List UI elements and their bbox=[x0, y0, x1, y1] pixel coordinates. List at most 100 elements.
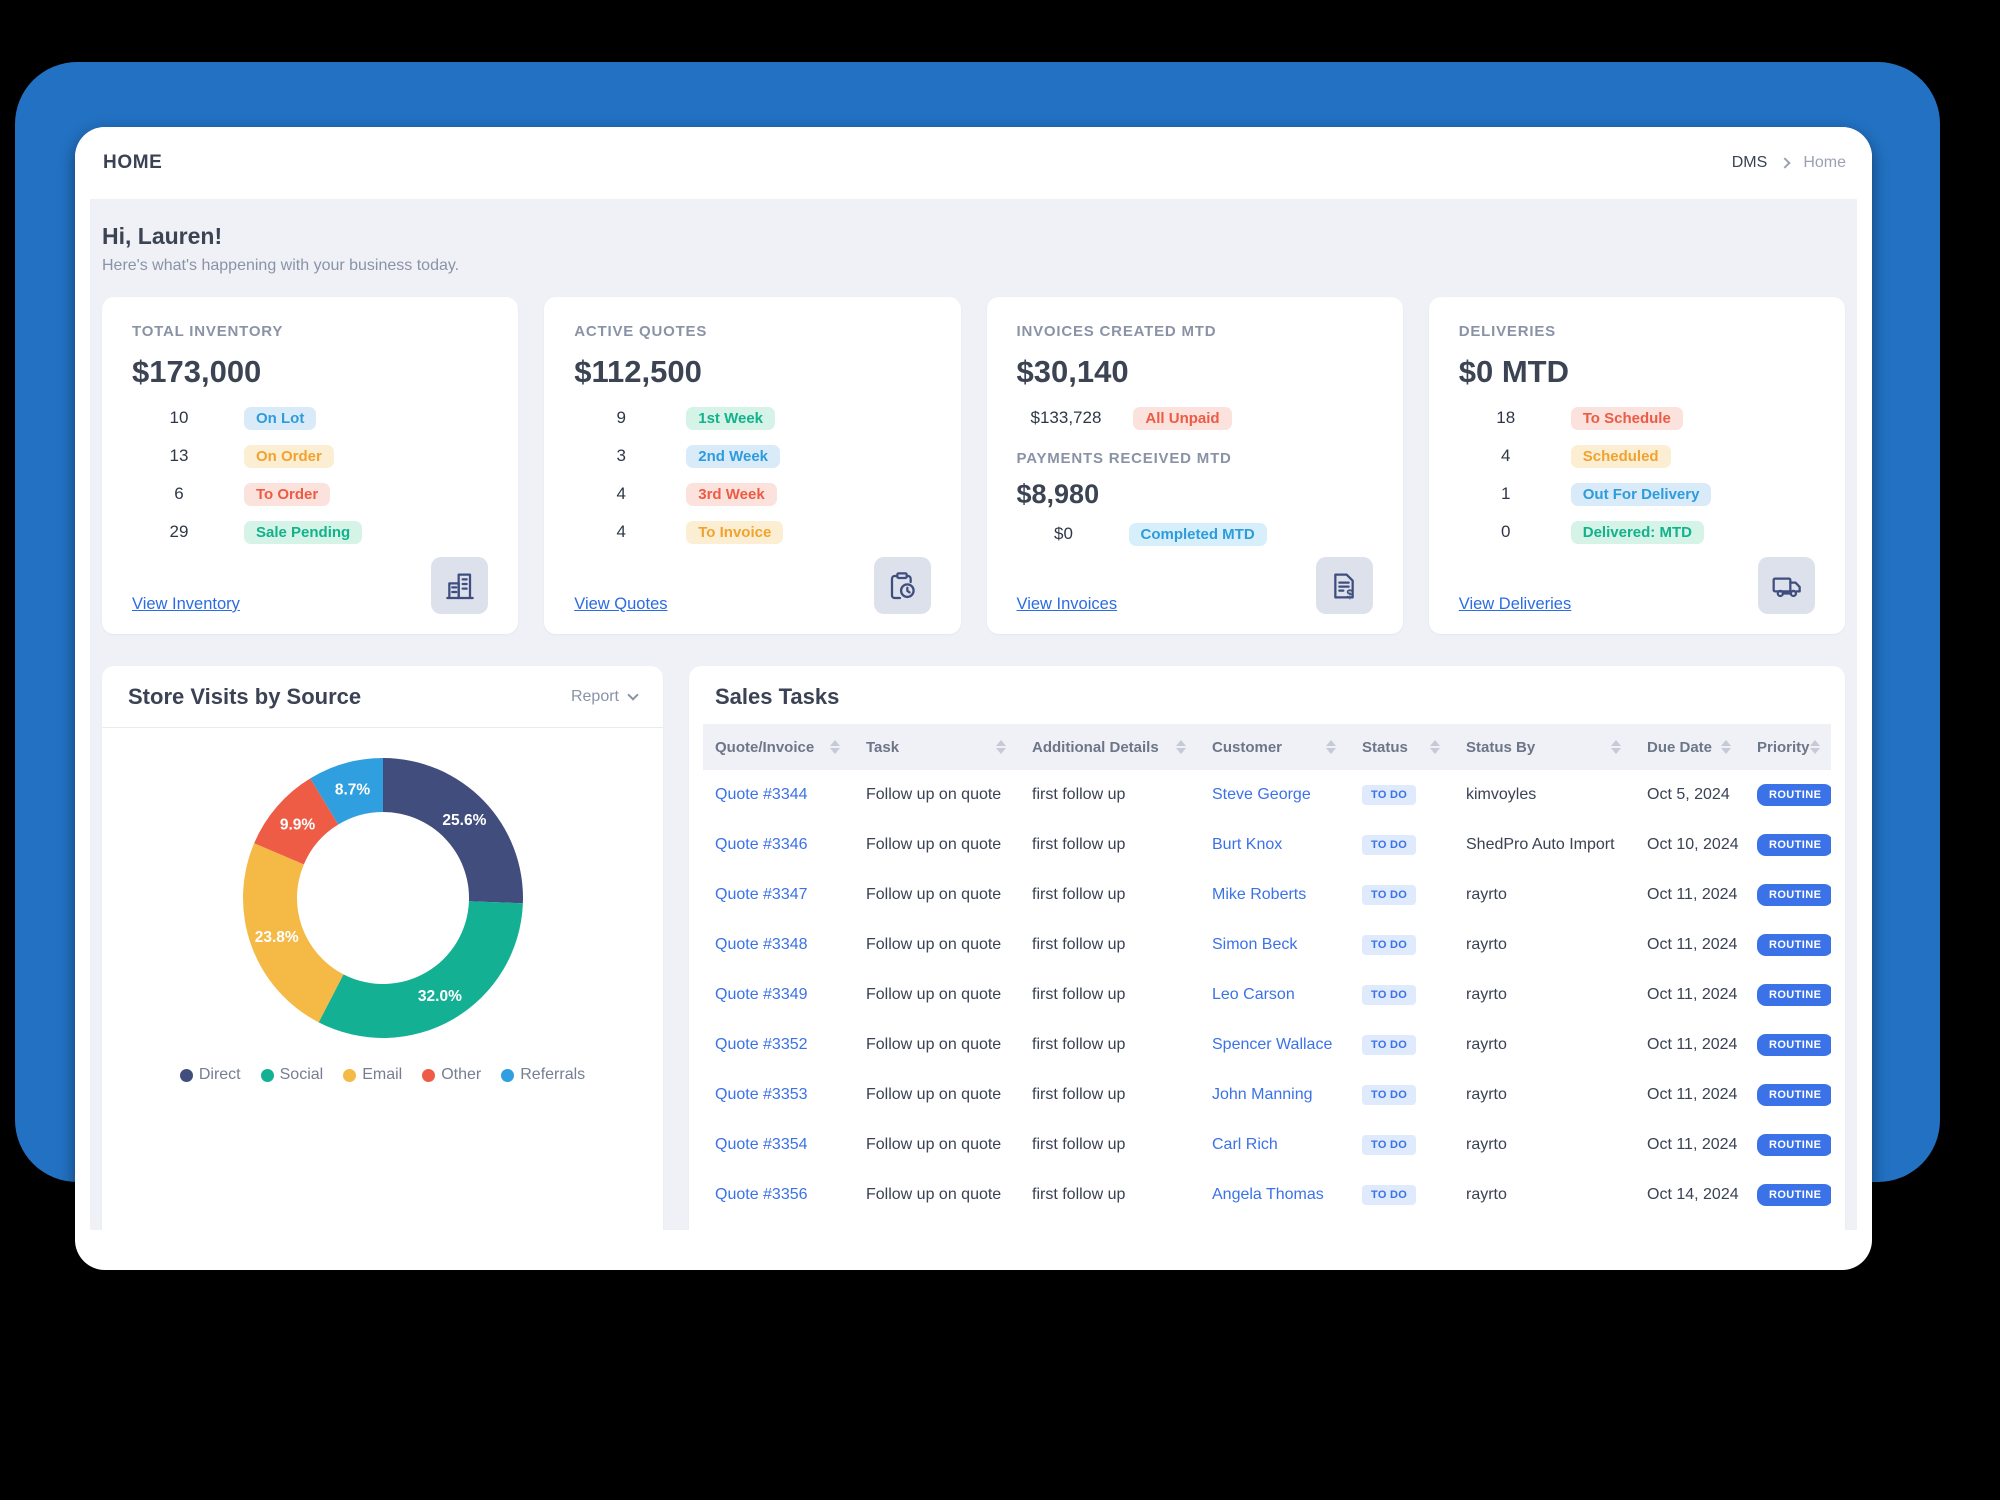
column-header-due-date[interactable]: Due Date bbox=[1635, 739, 1745, 756]
stat-count: 6 bbox=[174, 484, 184, 503]
quote-link[interactable]: Quote #3356 bbox=[703, 1186, 854, 1204]
stat-card-value: $0 MTD bbox=[1458, 354, 1569, 389]
status-badge: TO DO bbox=[1362, 1185, 1417, 1205]
stat-count: 13 bbox=[169, 446, 189, 465]
stat-count: 9 bbox=[616, 408, 626, 427]
due-cell: Oct 5, 2024 bbox=[1647, 786, 1730, 803]
priority-badge: ROUTINE bbox=[1757, 984, 1831, 1006]
task-cell: Follow up on quote bbox=[866, 786, 1002, 803]
status-badge-delivered-mtd: Delivered: MTD bbox=[1570, 520, 1704, 544]
store-visits-header: Store Visits by Source Report bbox=[102, 666, 663, 728]
priority-cell: ROUTINE bbox=[1745, 1084, 1831, 1106]
column-header-additional-details[interactable]: Additional Details bbox=[1020, 739, 1200, 756]
quote-link[interactable]: Quote #3354 bbox=[703, 1136, 854, 1154]
column-header-task[interactable]: Task bbox=[854, 739, 1020, 756]
quote-link[interactable]: Quote #3347 bbox=[703, 886, 854, 904]
status-cell: TO DO bbox=[1350, 1135, 1454, 1155]
stat-row: 1 Out For Delivery bbox=[1459, 480, 1815, 508]
status-by-cell: rayrto bbox=[1466, 1086, 1507, 1103]
status-badge: TO DO bbox=[1362, 835, 1417, 855]
view-deliveries-link[interactable]: View Deliveries bbox=[1459, 595, 1572, 614]
customer-link[interactable]: Burt Knox bbox=[1200, 836, 1350, 854]
clipboard-clock-icon bbox=[886, 570, 918, 602]
quote-link[interactable]: Quote #3344 bbox=[703, 786, 854, 804]
sort-arrows-icon[interactable] bbox=[1326, 740, 1336, 754]
priority-badge: ROUTINE bbox=[1757, 884, 1831, 906]
due-cell: Oct 11, 2024 bbox=[1647, 1086, 1738, 1103]
task-cell: Follow up on quote bbox=[866, 886, 1002, 903]
table-row: Quote #3354 Follow up on quote first follo… bbox=[703, 1120, 1831, 1170]
legend-dot bbox=[343, 1068, 357, 1082]
legend-label: Other bbox=[441, 1066, 482, 1083]
status-badge-sale-pending: Sale Pending bbox=[244, 520, 363, 544]
quote-link[interactable]: Quote #3348 bbox=[703, 936, 854, 954]
status-badge-on-lot: On Lot bbox=[244, 406, 317, 430]
legend-item-referrals: Referrals bbox=[501, 1066, 585, 1084]
building-icon bbox=[444, 570, 476, 602]
stat-card-footer: View Quotes bbox=[574, 557, 931, 614]
sort-arrows-icon[interactable] bbox=[1721, 740, 1731, 754]
customer-link[interactable]: Leo Carson bbox=[1200, 986, 1350, 1004]
column-header-label: Task bbox=[866, 738, 900, 756]
status-badge: TO DO bbox=[1362, 935, 1417, 955]
legend-label: Direct bbox=[198, 1066, 241, 1083]
table-header-row: Quote/Invoice Task Additional Details Cu… bbox=[703, 724, 1831, 770]
due-cell: Oct 10, 2024 bbox=[1647, 836, 1739, 853]
sales-tasks-panel: Sales Tasks Quote/Invoice Task Additiona… bbox=[689, 666, 1845, 1230]
customer-link[interactable]: Simon Beck bbox=[1200, 936, 1350, 954]
customer-link[interactable]: Carl Rich bbox=[1200, 1136, 1350, 1154]
sort-arrows-icon[interactable] bbox=[1809, 740, 1820, 754]
customer-link[interactable]: Mike Roberts bbox=[1200, 886, 1350, 904]
sort-arrows-icon[interactable] bbox=[1176, 740, 1186, 754]
status-badge: TO DO bbox=[1362, 1085, 1417, 1105]
details-cell: first follow up bbox=[1032, 786, 1126, 803]
column-header-status-by[interactable]: Status By bbox=[1454, 739, 1635, 756]
priority-badge: ROUTINE bbox=[1757, 834, 1831, 856]
quote-link[interactable]: Quote #3346 bbox=[703, 836, 854, 854]
quote-link[interactable]: Quote #3352 bbox=[703, 1036, 854, 1054]
sort-arrows-icon[interactable] bbox=[1430, 740, 1440, 754]
column-header-customer[interactable]: Customer bbox=[1200, 739, 1350, 756]
due-cell: Oct 11, 2024 bbox=[1647, 986, 1738, 1003]
chart-legend: Direct Social Email Other Referrals bbox=[102, 1066, 663, 1084]
customer-link[interactable]: Angela Thomas bbox=[1200, 1186, 1350, 1204]
stat-row: 9 1st Week bbox=[574, 404, 930, 432]
page-content: Hi, Lauren! Here's what's happening with… bbox=[90, 199, 1857, 1230]
view-quotes-link[interactable]: View Quotes bbox=[574, 595, 667, 614]
table-row: Quote #3347 Follow up on quote first follo… bbox=[703, 870, 1831, 920]
stat-count: 4 bbox=[616, 522, 626, 541]
priority-cell: ROUTINE bbox=[1745, 1184, 1831, 1206]
stat-card-invoices-created-mtd: INVOICES CREATED MTD $30,140 $133,728 All… bbox=[986, 297, 1403, 634]
customer-link[interactable]: Steve George bbox=[1200, 786, 1350, 804]
quote-link[interactable]: Quote #3353 bbox=[703, 1086, 854, 1104]
column-header-quote-invoice[interactable]: Quote/Invoice bbox=[703, 739, 854, 756]
column-header-status[interactable]: Status bbox=[1350, 739, 1454, 756]
table-row: Quote #3356 Follow up on quote first follo… bbox=[703, 1170, 1831, 1220]
details-cell: first follow up bbox=[1032, 1086, 1126, 1103]
legend-item-email: Email bbox=[343, 1066, 402, 1084]
due-cell: Oct 11, 2024 bbox=[1647, 1136, 1738, 1153]
sort-arrows-icon[interactable] bbox=[996, 740, 1006, 754]
status-badge: TO DO bbox=[1362, 985, 1417, 1005]
sort-arrows-icon[interactable] bbox=[830, 740, 840, 754]
status-badge: TO DO bbox=[1362, 1135, 1417, 1155]
customer-link[interactable]: Spencer Wallace bbox=[1200, 1036, 1350, 1054]
view-invoices-link[interactable]: View Invoices bbox=[1017, 595, 1118, 614]
task-cell: Follow up on quote bbox=[866, 1136, 1002, 1153]
quote-link[interactable]: Quote #3349 bbox=[703, 986, 854, 1004]
column-header-priority[interactable]: Priority bbox=[1745, 739, 1834, 756]
donut-slice-label: 32.0% bbox=[417, 988, 461, 1005]
stat-card-value: $112,500 bbox=[574, 354, 702, 389]
stat-card-active-quotes: ACTIVE QUOTES $112,500 9 1st Week 3 2nd W… bbox=[544, 297, 961, 634]
sort-arrows-icon[interactable] bbox=[1611, 740, 1621, 754]
view-inventory-link[interactable]: View Inventory bbox=[132, 595, 240, 614]
panels-row: Store Visits by Source Report 25.6% 32.0%… bbox=[102, 666, 1845, 1230]
status-cell: TO DO bbox=[1350, 885, 1454, 905]
report-dropdown[interactable]: Report bbox=[571, 688, 639, 706]
donut-slice-label: 8.7% bbox=[334, 782, 370, 799]
customer-link[interactable]: John Manning bbox=[1200, 1086, 1350, 1104]
table-row: Quote #3344 Follow up on quote first follo… bbox=[703, 770, 1831, 820]
breadcrumb-root-link[interactable]: DMS bbox=[1732, 154, 1768, 172]
stat-card-subvalue: $8,980 bbox=[1016, 479, 1100, 509]
donut-slice-direct bbox=[382, 758, 523, 904]
